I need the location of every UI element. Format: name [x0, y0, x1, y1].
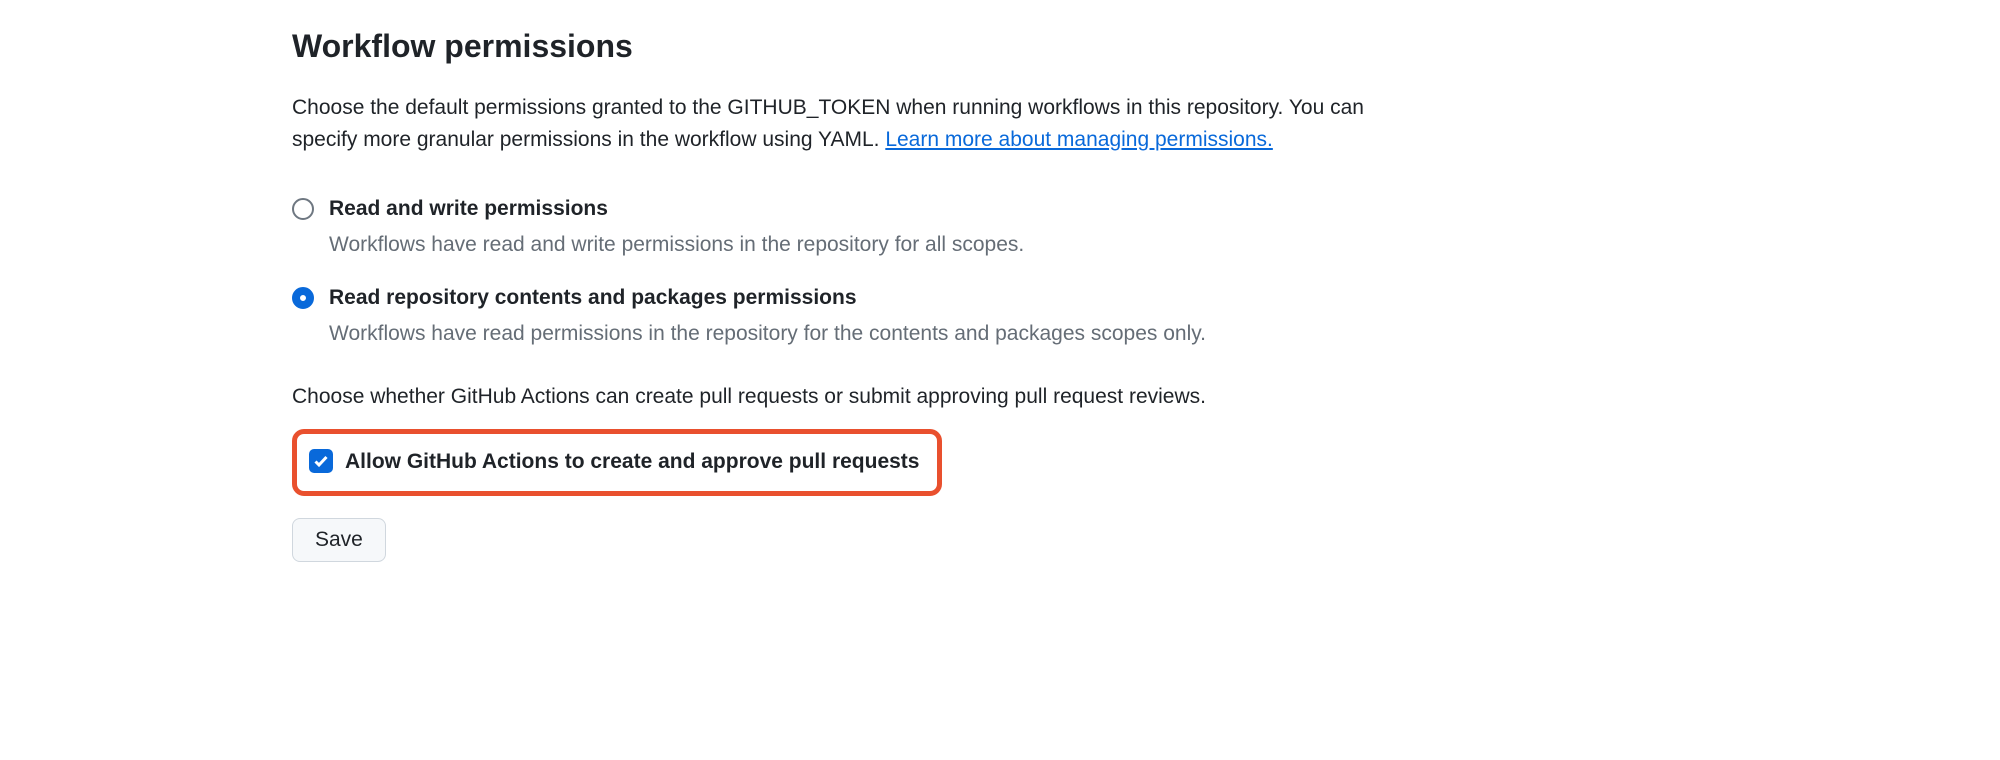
radio-option-read-only: Read repository contents and packages pe…	[292, 282, 2000, 349]
radio-sub-read-only: Workflows have read permissions in the r…	[329, 318, 1206, 350]
section-heading: Workflow permissions	[292, 22, 2000, 70]
radio-circle-icon	[292, 198, 314, 220]
pull-request-description: Choose whether GitHub Actions can create…	[292, 381, 2000, 413]
radio-input-read-write[interactable]	[292, 198, 314, 230]
radio-label-wrap: Read repository contents and packages pe…	[329, 282, 1206, 349]
radio-title-read-only[interactable]: Read repository contents and packages pe…	[329, 282, 1206, 314]
checkbox-wrap: Allow GitHub Actions to create and appro…	[309, 446, 919, 478]
allow-pr-checkbox[interactable]	[309, 449, 333, 473]
radio-sub-read-write: Workflows have read and write permission…	[329, 229, 1024, 261]
radio-input-read-only[interactable]	[292, 287, 314, 319]
permissions-radio-group: Read and write permissions Workflows hav…	[292, 193, 2000, 349]
save-button[interactable]: Save	[292, 518, 386, 562]
allow-pr-checkbox-label[interactable]: Allow GitHub Actions to create and appro…	[345, 446, 919, 478]
highlighted-checkbox-row: Allow GitHub Actions to create and appro…	[292, 429, 942, 497]
radio-title-read-write[interactable]: Read and write permissions	[329, 193, 1024, 225]
radio-option-read-write: Read and write permissions Workflows hav…	[292, 193, 2000, 260]
radio-circle-selected-icon	[292, 287, 314, 309]
section-description: Choose the default permissions granted t…	[292, 92, 1372, 155]
radio-label-wrap: Read and write permissions Workflows hav…	[329, 193, 1024, 260]
check-icon	[313, 453, 329, 469]
learn-more-link[interactable]: Learn more about managing permissions.	[885, 128, 1273, 151]
